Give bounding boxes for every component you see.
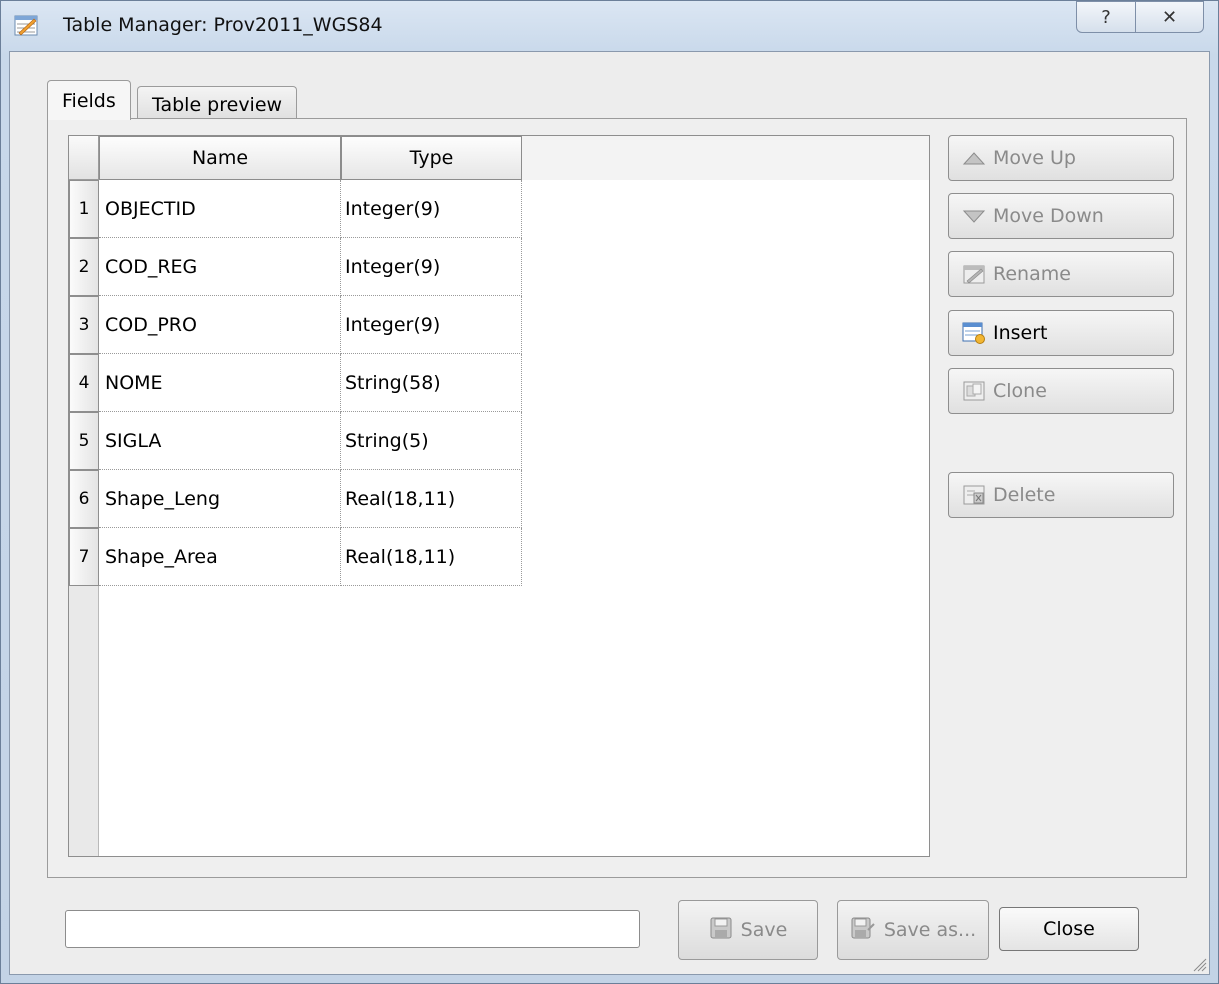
table-header: Name Type <box>99 136 929 180</box>
button-label: Save as... <box>883 919 977 941</box>
button-label: Clone <box>993 380 1047 402</box>
button-label: Insert <box>993 322 1048 344</box>
fields-panel: Name Type 1 OBJECTID Integer(9) 2 COD_RE… <box>47 118 1187 878</box>
clone-icon <box>961 380 987 402</box>
move-down-button[interactable]: Move Down <box>948 193 1174 239</box>
field-type-cell[interactable]: String(5) <box>341 412 522 470</box>
field-type-cell[interactable]: String(58) <box>341 354 522 412</box>
button-label: Close <box>1043 918 1095 940</box>
row-number[interactable]: 5 <box>69 412 99 470</box>
tab-label: Fields <box>62 89 116 112</box>
row-number[interactable]: 1 <box>69 180 99 238</box>
rename-button[interactable]: Rename <box>948 251 1174 297</box>
move-up-button[interactable]: Move Up <box>948 135 1174 181</box>
tab-label: Table preview <box>152 93 283 116</box>
button-label: Move Down <box>993 205 1104 227</box>
resize-grip-icon[interactable] <box>1189 954 1207 972</box>
row-number[interactable]: 2 <box>69 238 99 296</box>
delete-button[interactable]: Delete <box>948 472 1174 518</box>
button-label: Rename <box>993 263 1071 285</box>
save-button[interactable]: Save <box>678 900 818 960</box>
field-name-cell[interactable]: NOME <box>99 354 341 412</box>
row-number[interactable]: 6 <box>69 470 99 528</box>
field-name-cell[interactable]: Shape_Leng <box>99 470 341 528</box>
row-number[interactable]: 3 <box>69 296 99 354</box>
close-button[interactable]: Close <box>999 907 1139 951</box>
window-close-button[interactable]: ✕ <box>1136 1 1204 33</box>
field-type-cell[interactable]: Integer(9) <box>341 238 522 296</box>
tab-table-preview[interactable]: Table preview <box>137 86 298 122</box>
field-name-cell[interactable]: OBJECTID <box>99 180 341 238</box>
save-as-button[interactable]: Save as... <box>837 900 989 960</box>
fields-table[interactable]: Name Type 1 OBJECTID Integer(9) 2 COD_RE… <box>68 135 930 857</box>
help-button[interactable]: ? <box>1076 1 1136 33</box>
insert-icon <box>961 322 987 344</box>
column-header-type[interactable]: Type <box>341 136 522 180</box>
field-type-cell[interactable]: Real(18,11) <box>341 528 522 586</box>
button-label: Save <box>740 919 788 941</box>
field-name-cell[interactable]: SIGLA <box>99 412 341 470</box>
table-manager-icon <box>14 15 38 36</box>
table-manager-window: Table Manager: Prov2011_WGS84 ? ✕ Table … <box>0 0 1219 984</box>
title-bar[interactable]: Table Manager: Prov2011_WGS84 ? ✕ <box>1 1 1218 51</box>
rename-icon <box>961 263 987 285</box>
status-field[interactable] <box>65 910 640 948</box>
tab-fields[interactable]: Fields <box>47 80 131 120</box>
field-name-cell[interactable]: COD_PRO <box>99 296 341 354</box>
dialog-body: Table preview Fields Name Type 1 OBJECTI… <box>9 51 1210 975</box>
help-icon: ? <box>1101 6 1111 28</box>
field-type-cell[interactable]: Integer(9) <box>341 180 522 238</box>
save-as-icon <box>850 916 876 945</box>
triangle-up-icon <box>961 147 987 169</box>
row-number[interactable]: 4 <box>69 354 99 412</box>
button-label: Delete <box>993 484 1056 506</box>
field-name-cell[interactable]: Shape_Area <box>99 528 341 586</box>
save-icon <box>709 916 733 945</box>
triangle-down-icon <box>961 205 987 227</box>
window-title: Table Manager: Prov2011_WGS84 <box>63 14 383 36</box>
row-number[interactable]: 7 <box>69 528 99 586</box>
column-header-name[interactable]: Name <box>99 136 341 180</box>
field-type-cell[interactable]: Integer(9) <box>341 296 522 354</box>
field-name-cell[interactable]: COD_REG <box>99 238 341 296</box>
insert-button[interactable]: Insert <box>948 310 1174 356</box>
button-label: Move Up <box>993 147 1076 169</box>
close-icon: ✕ <box>1161 6 1178 28</box>
delete-icon <box>961 484 987 506</box>
table-corner[interactable] <box>69 136 99 180</box>
field-type-cell[interactable]: Real(18,11) <box>341 470 522 528</box>
clone-button[interactable]: Clone <box>948 368 1174 414</box>
